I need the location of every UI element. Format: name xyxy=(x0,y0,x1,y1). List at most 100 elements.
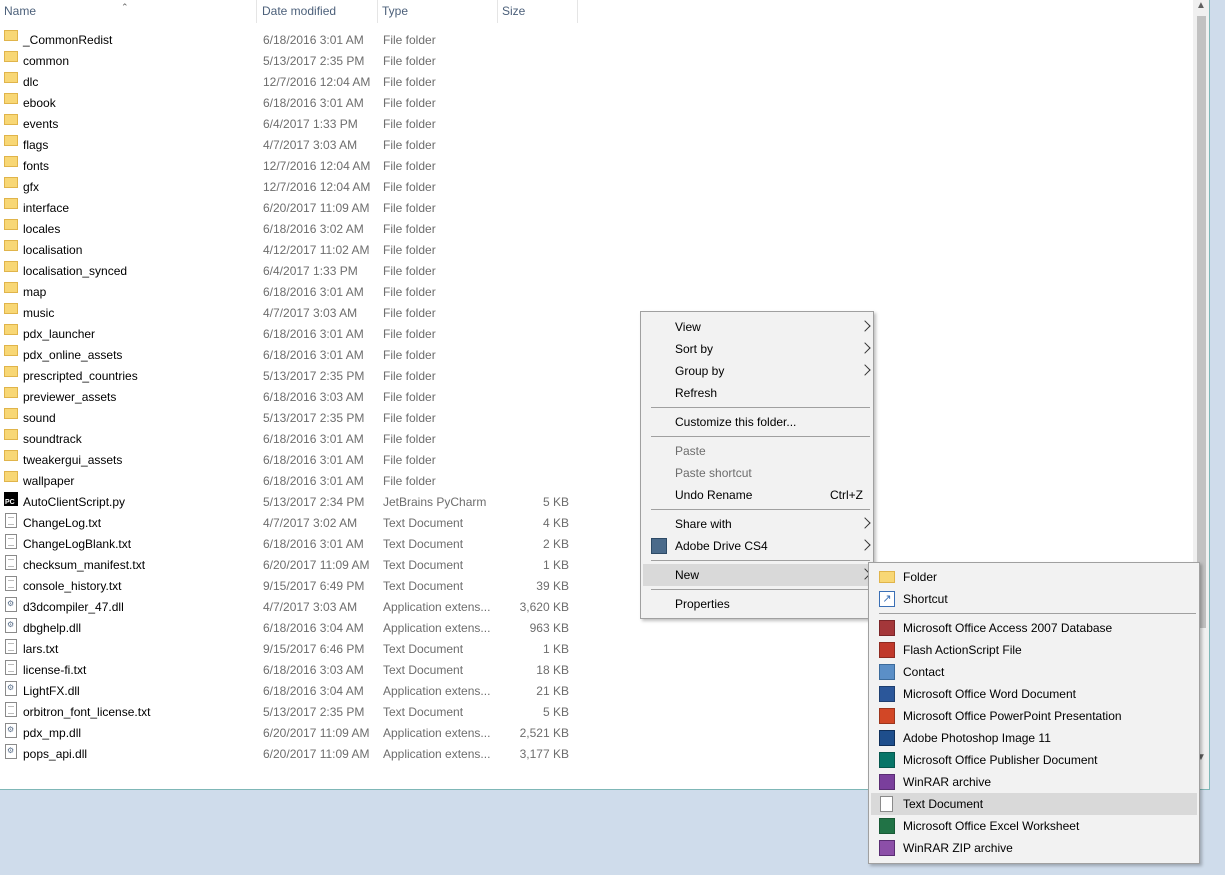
file-row[interactable]: d3dcompiler_47.dll 4/7/2017 3:03 AM Applic… xyxy=(0,597,578,618)
menu-item-new[interactable]: New xyxy=(643,564,871,586)
menu-item-label: Shortcut xyxy=(903,592,948,606)
menu-item-label: Paste shortcut xyxy=(675,466,752,480)
file-row[interactable]: prescripted_countries 5/13/2017 2:35 PM Fi… xyxy=(0,366,578,387)
scrollbar-thumb[interactable] xyxy=(1197,16,1206,628)
file-row[interactable]: console_history.txt 9/15/2017 6:49 PM Text… xyxy=(0,576,578,597)
file-type: File folder xyxy=(383,33,436,47)
menu-item-microsoft-office-powerpoint-presentation[interactable]: Microsoft Office PowerPoint Presentation xyxy=(871,705,1197,727)
file-row[interactable]: dbghelp.dll 6/18/2016 3:04 AM Application … xyxy=(0,618,578,639)
file-type: File folder xyxy=(383,453,436,467)
file-row[interactable]: ChangeLog.txt 4/7/2017 3:02 AM Text Docume… xyxy=(0,513,578,534)
file-row[interactable]: localisation_synced 6/4/2017 1:33 PM File … xyxy=(0,261,578,282)
file-date-modified: 6/18/2016 3:03 AM xyxy=(263,663,364,677)
file-row[interactable]: music 4/7/2017 3:03 AM File folder xyxy=(0,303,578,324)
column-header-name-label: Name xyxy=(4,4,37,18)
file-date-modified: 5/13/2017 2:35 PM xyxy=(263,411,365,425)
file-row[interactable]: ebook 6/18/2016 3:01 AM File folder xyxy=(0,93,578,114)
folder-icon xyxy=(4,282,18,293)
file-row[interactable]: pdx_online_assets 6/18/2016 3:01 AM File f… xyxy=(0,345,578,366)
file-row[interactable]: soundtrack 6/18/2016 3:01 AM File folder xyxy=(0,429,578,450)
file-row[interactable]: pops_api.dll 6/20/2017 11:09 AM Applicatio… xyxy=(0,744,578,765)
folder-icon xyxy=(4,387,18,398)
file-row[interactable]: license-fi.txt 6/18/2016 3:03 AM Text Docu… xyxy=(0,660,578,681)
menu-separator xyxy=(651,436,870,437)
file-name: sound xyxy=(23,411,56,425)
menu-item-microsoft-office-word-document[interactable]: Microsoft Office Word Document xyxy=(871,683,1197,705)
excel-icon xyxy=(879,818,895,834)
menu-item-folder[interactable]: Folder xyxy=(871,566,1197,588)
column-header-type[interactable]: Type xyxy=(378,0,498,23)
powerpoint-icon xyxy=(879,708,895,724)
menu-item-undo-rename[interactable]: Undo Rename Ctrl+Z xyxy=(643,484,871,506)
menu-item-label: WinRAR ZIP archive xyxy=(903,841,1013,855)
file-row[interactable]: dlc 12/7/2016 12:04 AM File folder xyxy=(0,72,578,93)
file-row[interactable]: gfx 12/7/2016 12:04 AM File folder xyxy=(0,177,578,198)
file-row[interactable]: previewer_assets 6/18/2016 3:03 AM File fo… xyxy=(0,387,578,408)
file-row[interactable]: events 6/4/2017 1:33 PM File folder xyxy=(0,114,578,135)
file-date-modified: 6/18/2016 3:01 AM xyxy=(263,453,364,467)
menu-item-microsoft-office-access-2007-database[interactable]: Microsoft Office Access 2007 Database xyxy=(871,617,1197,639)
file-type: File folder xyxy=(383,432,436,446)
file-row[interactable]: locales 6/18/2016 3:02 AM File folder xyxy=(0,219,578,240)
folder-icon xyxy=(4,345,18,356)
menu-item-adobe-photoshop-image-11[interactable]: Adobe Photoshop Image 11 xyxy=(871,727,1197,749)
file-date-modified: 4/7/2017 3:03 AM xyxy=(263,600,358,614)
file-row[interactable]: PC AutoClientScript.py 5/13/2017 2:34 PM Je… xyxy=(0,492,578,513)
file-row[interactable]: _CommonRedist 6/18/2016 3:01 AM File folde… xyxy=(0,30,578,51)
file-row[interactable]: map 6/18/2016 3:01 AM File folder xyxy=(0,282,578,303)
menu-item-adobe-drive-cs4[interactable]: Adobe Drive CS4 xyxy=(643,535,871,557)
file-type: File folder xyxy=(383,285,436,299)
file-name: AutoClientScript.py xyxy=(23,495,126,509)
menu-item-paste[interactable]: Paste xyxy=(643,440,871,462)
file-row[interactable]: orbitron_font_license.txt 5/13/2017 2:35 … xyxy=(0,702,578,723)
text-file-icon xyxy=(5,534,17,549)
menu-item-label: Adobe Drive CS4 xyxy=(675,539,768,553)
file-row[interactable]: wallpaper 6/18/2016 3:01 AM File folder xyxy=(0,471,578,492)
column-header-date[interactable]: Date modified xyxy=(258,0,378,23)
file-row[interactable]: pdx_mp.dll 6/20/2017 11:09 AM Application … xyxy=(0,723,578,744)
file-name: ebook xyxy=(23,96,56,110)
menu-item-customize-this-folder[interactable]: Customize this folder... xyxy=(643,411,871,433)
file-size: 963 KB xyxy=(529,621,569,635)
file-size: 2 KB xyxy=(542,537,569,551)
file-type: File folder xyxy=(383,327,436,341)
menu-item-paste-shortcut[interactable]: Paste shortcut xyxy=(643,462,871,484)
menu-item-label: Microsoft Office Access 2007 Database xyxy=(903,621,1113,635)
menu-item-group-by[interactable]: Group by xyxy=(643,360,871,382)
file-row[interactable]: flags 4/7/2017 3:03 AM File folder xyxy=(0,135,578,156)
menu-item-winrar-archive[interactable]: WinRAR archive xyxy=(871,771,1197,793)
column-header-size[interactable]: Size xyxy=(498,0,578,23)
file-type: File folder xyxy=(383,411,436,425)
file-row[interactable]: common 5/13/2017 2:35 PM File folder xyxy=(0,51,578,72)
menu-item-label: Paste xyxy=(675,444,706,458)
column-header-name[interactable]: Name ⌃ xyxy=(0,0,257,23)
menu-item-winrar-zip-archive[interactable]: WinRAR ZIP archive xyxy=(871,837,1197,859)
flash-icon xyxy=(879,642,895,658)
scroll-up-icon[interactable]: ▲ xyxy=(1196,0,1206,11)
context-menu: View Sort by Group by Refresh Customize this… xyxy=(640,311,874,619)
menu-item-contact[interactable]: Contact xyxy=(871,661,1197,683)
file-row[interactable]: LightFX.dll 6/18/2016 3:04 AM Application … xyxy=(0,681,578,702)
file-row[interactable]: pdx_launcher 6/18/2016 3:01 AM File folder xyxy=(0,324,578,345)
menu-item-refresh[interactable]: Refresh xyxy=(643,382,871,404)
winrar-icon xyxy=(879,774,895,790)
file-row[interactable]: sound 5/13/2017 2:35 PM File folder xyxy=(0,408,578,429)
menu-item-label: Properties xyxy=(675,597,730,611)
file-row[interactable]: fonts 12/7/2016 12:04 AM File folder xyxy=(0,156,578,177)
file-row[interactable]: ChangeLogBlank.txt 6/18/2016 3:01 AM Text … xyxy=(0,534,578,555)
file-row[interactable]: tweakergui_assets 6/18/2016 3:01 AM File f… xyxy=(0,450,578,471)
menu-item-share-with[interactable]: Share with xyxy=(643,513,871,535)
file-row[interactable]: checksum_manifest.txt 6/20/2017 11:09 AM T… xyxy=(0,555,578,576)
file-row[interactable]: lars.txt 9/15/2017 6:46 PM Text Document 1 … xyxy=(0,639,578,660)
menu-item-sort-by[interactable]: Sort by xyxy=(643,338,871,360)
menu-item-shortcut[interactable]: ↗ Shortcut xyxy=(871,588,1197,610)
menu-item-microsoft-office-excel-worksheet[interactable]: Microsoft Office Excel Worksheet xyxy=(871,815,1197,837)
menu-item-label: Share with xyxy=(675,517,732,531)
file-row[interactable]: interface 6/20/2017 11:09 AM File folder xyxy=(0,198,578,219)
menu-item-text-document[interactable]: Text Document xyxy=(871,793,1197,815)
file-row[interactable]: localisation 4/12/2017 11:02 AM File folde… xyxy=(0,240,578,261)
menu-item-microsoft-office-publisher-document[interactable]: Microsoft Office Publisher Document xyxy=(871,749,1197,771)
menu-item-view[interactable]: View xyxy=(643,316,871,338)
menu-item-properties[interactable]: Properties xyxy=(643,593,871,615)
menu-item-flash-actionscript-file[interactable]: Flash ActionScript File xyxy=(871,639,1197,661)
